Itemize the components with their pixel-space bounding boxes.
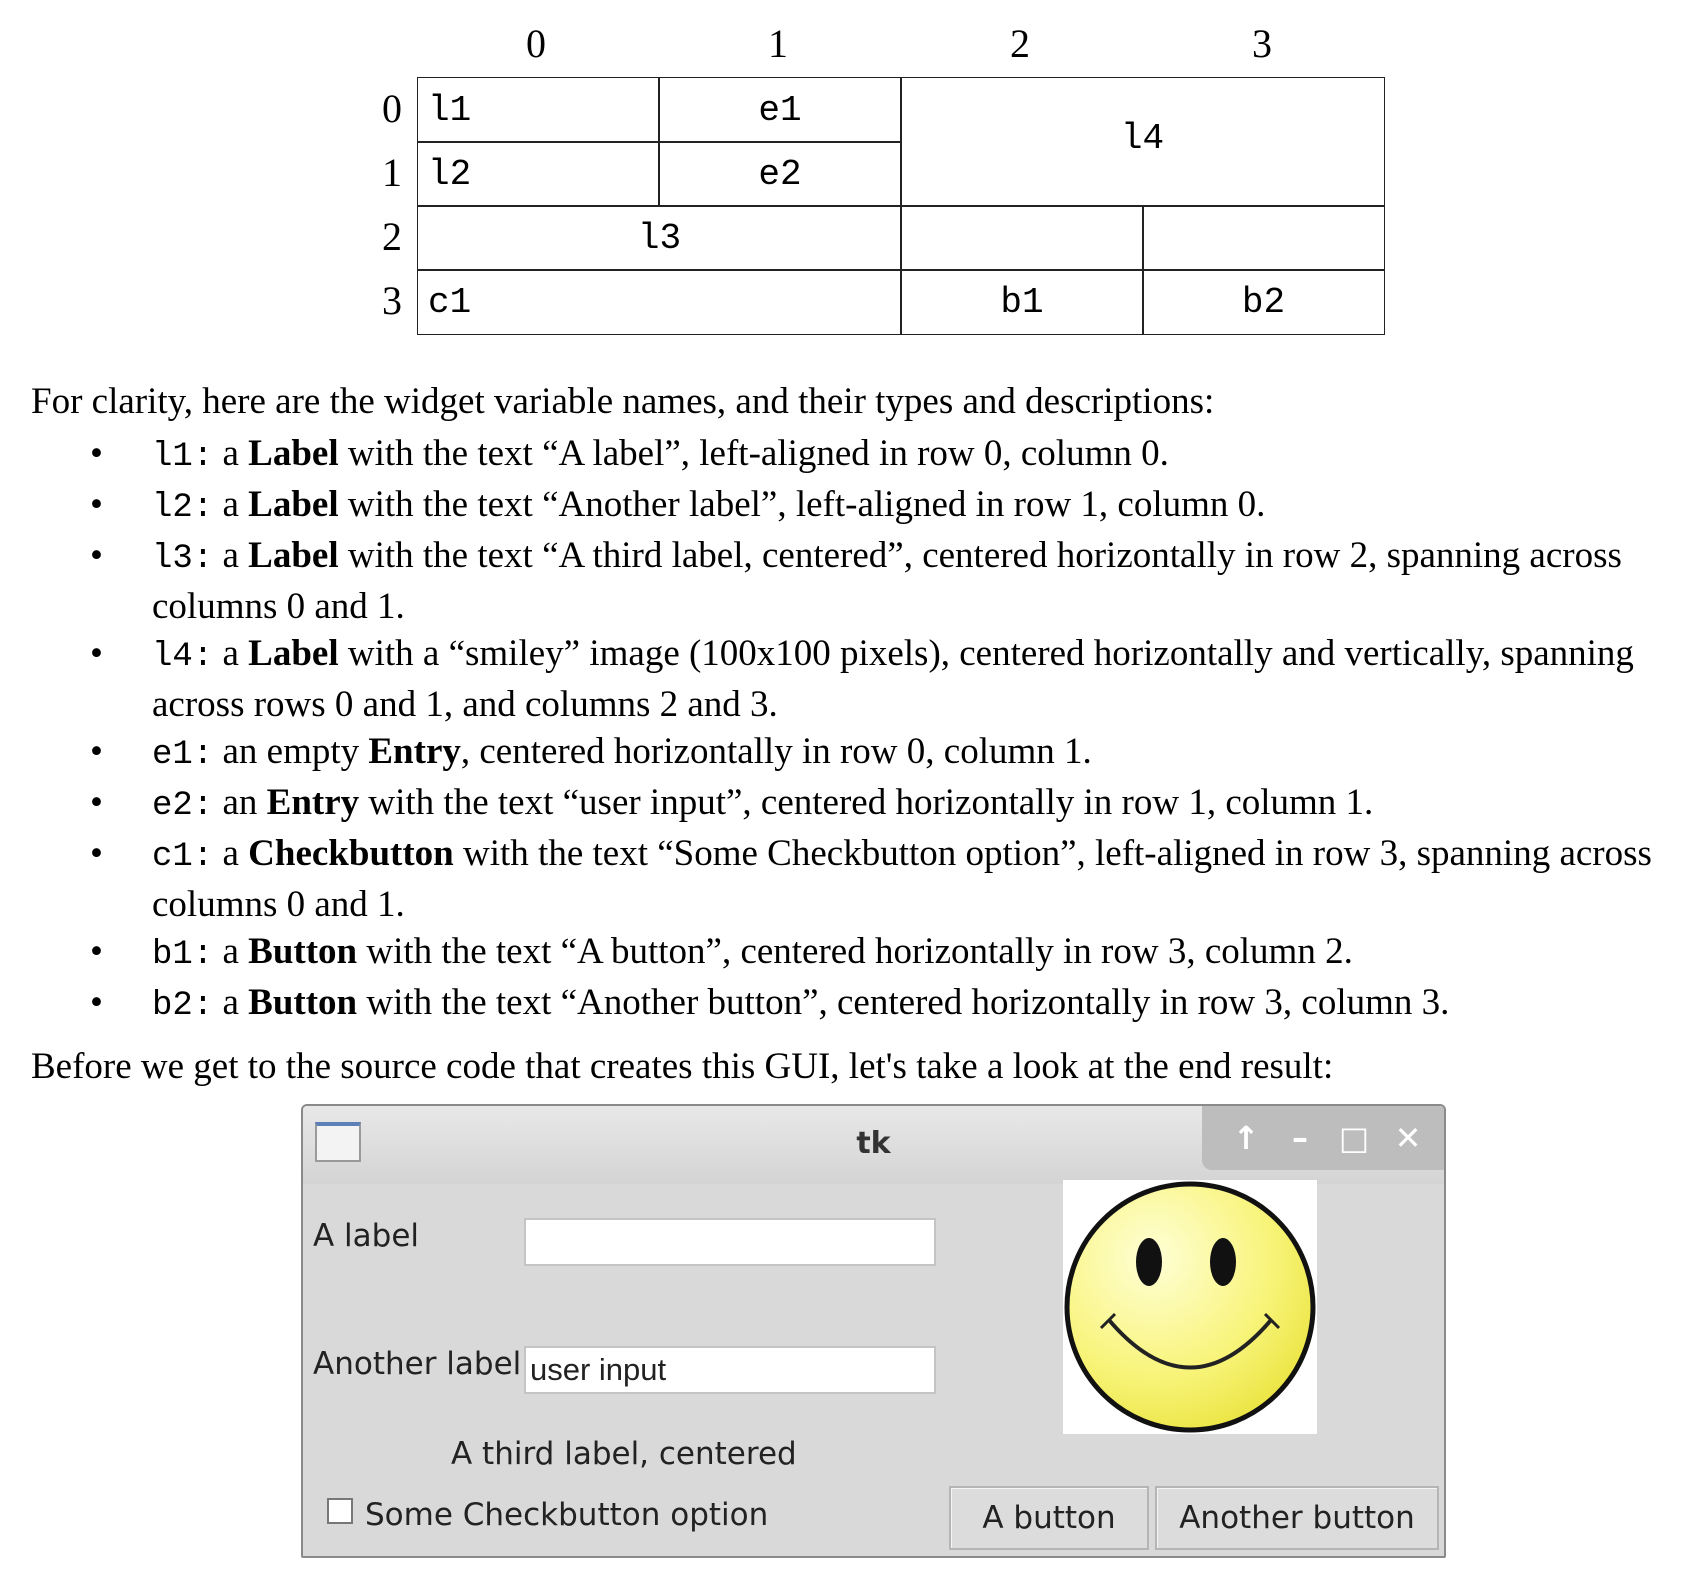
- cell-empty: [900, 205, 1144, 271]
- widget-name: l2:: [152, 489, 214, 527]
- list-item: • e1: an empty Entry, centered horizontal…: [90, 731, 1092, 774]
- widget-type: Label: [248, 535, 339, 576]
- entry-e1[interactable]: [524, 1218, 936, 1266]
- cell-empty: [1142, 205, 1385, 271]
- cell-c1: c1: [417, 269, 902, 335]
- widget-name: l4:: [152, 638, 214, 676]
- widget-name: b1:: [152, 936, 214, 974]
- widget-type: Button: [248, 931, 358, 972]
- row-header: 2: [382, 214, 402, 259]
- label-l2: Another label: [313, 1346, 522, 1382]
- list-item: • l4: a Label with a “smiley” image (100x…: [90, 633, 1634, 725]
- cell-b1: b1: [900, 269, 1144, 335]
- cell-l3: l3: [417, 205, 902, 271]
- widget-name: b2:: [152, 987, 214, 1025]
- cell-l2: l2: [417, 141, 660, 207]
- column-header: 0: [526, 21, 546, 66]
- window-titlebar[interactable]: tk ↑ – □ ✕: [303, 1106, 1444, 1184]
- label-l3: A third label, centered: [451, 1436, 797, 1472]
- row-header: 0: [382, 86, 402, 131]
- widget-type: Checkbutton: [248, 833, 454, 874]
- maximize-icon[interactable]: □: [1332, 1116, 1376, 1160]
- cell-e2: e2: [658, 141, 902, 207]
- label-l1: A label: [313, 1218, 420, 1254]
- smiley-face-icon: [1064, 1181, 1316, 1433]
- column-header: 2: [1010, 21, 1030, 66]
- widget-name: e1:: [152, 736, 214, 774]
- cell-e1: e1: [658, 77, 902, 143]
- close-icon[interactable]: ✕: [1386, 1116, 1430, 1160]
- list-item: • l1: a Label with the text “A label”, le…: [90, 433, 1169, 476]
- intro-paragraph: For clarity, here are the widget variabl…: [31, 381, 1215, 422]
- list-item: • c1: a Checkbutton with the text “Some C…: [90, 833, 1652, 925]
- cell-l4: l4: [900, 77, 1385, 207]
- widget-type: Entry: [266, 782, 360, 823]
- widget-name: c1:: [152, 838, 214, 876]
- list-item: • e2: an Entry with the text “user input”…: [90, 782, 1374, 825]
- minimize-icon[interactable]: –: [1278, 1116, 1322, 1160]
- list-item: • l3: a Label with the text “A third labe…: [90, 535, 1622, 627]
- cell-l1: l1: [417, 77, 660, 143]
- column-header: 1: [768, 21, 788, 66]
- shade-up-icon[interactable]: ↑: [1224, 1116, 1268, 1160]
- row-header: 1: [382, 150, 402, 195]
- grid-layout-diagram: 0 1 2 3 0 1 2 3 l1 e1 l4 l2 e2 l3 c1 b1 …: [0, 0, 1706, 360]
- list-item: • l2: a Label with the text “Another labe…: [90, 484, 1266, 527]
- outro-paragraph: Before we get to the source code that cr…: [31, 1046, 1334, 1087]
- widget-type: Label: [248, 433, 339, 474]
- another-button[interactable]: Another button: [1155, 1486, 1439, 1550]
- checkbox[interactable]: [327, 1498, 353, 1524]
- widget-type: Entry: [368, 731, 461, 772]
- widget-name: e2:: [152, 787, 214, 825]
- widget-type: Label: [248, 484, 339, 525]
- list-item: • b1: a Button with the text “A button”, …: [90, 931, 1353, 974]
- list-item: • b2: a Button with the text “Another but…: [90, 982, 1450, 1025]
- widget-name: l3:: [152, 540, 214, 578]
- widget-description-list: • l1: a Label with the text “A label”, le…: [0, 430, 1706, 1030]
- checkbutton-label[interactable]: Some Checkbutton option: [365, 1497, 768, 1533]
- cell-b2: b2: [1142, 269, 1385, 335]
- entry-e2[interactable]: [524, 1346, 936, 1394]
- row-header: 3: [382, 278, 402, 323]
- a-button[interactable]: A button: [949, 1486, 1149, 1550]
- widget-type: Button: [248, 982, 358, 1023]
- column-header: 3: [1252, 21, 1272, 66]
- widget-type: Label: [248, 633, 339, 674]
- widget-name: l1:: [152, 438, 214, 476]
- tk-window: tk ↑ – □ ✕ A label Another label A third…: [301, 1104, 1446, 1558]
- window-controls: ↑ – □ ✕: [1202, 1106, 1444, 1170]
- label-l4-image: [1063, 1180, 1317, 1434]
